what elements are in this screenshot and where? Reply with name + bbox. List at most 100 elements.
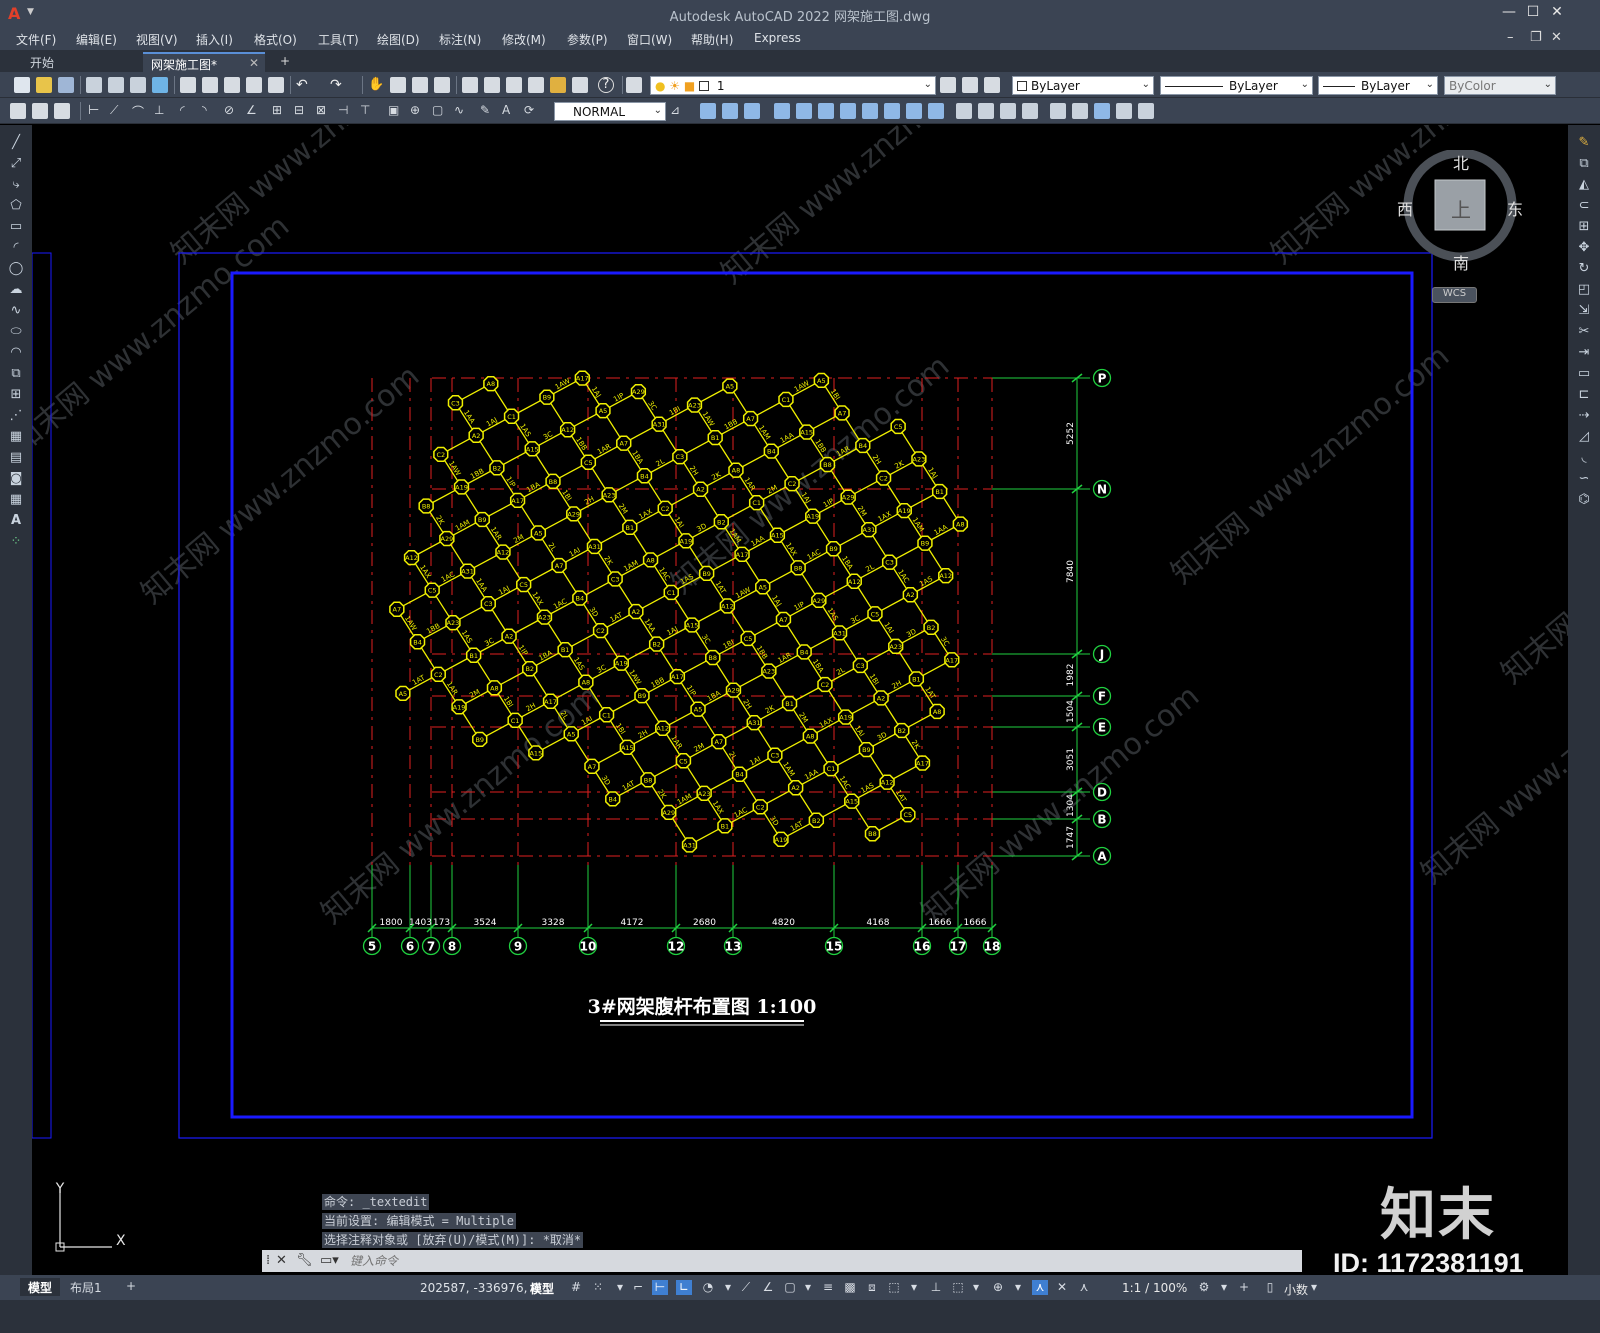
model-space-toggle[interactable]: 模型 (530, 1280, 554, 1297)
add-selected-icon[interactable]: ⁘ (8, 534, 24, 550)
block-editor-icon[interactable] (268, 77, 284, 93)
minimize-button[interactable]: — (1498, 4, 1520, 20)
plotstyle-dropdown[interactable]: ByColor ⌄ (1444, 76, 1556, 95)
open-file-icon[interactable] (36, 77, 52, 93)
extrude-icon[interactable] (774, 103, 790, 119)
dimension-update-icon[interactable]: ⟳ (524, 103, 540, 119)
compass-east[interactable]: 东 (1507, 196, 1523, 220)
dynamic-input-icon[interactable]: ⊢ (652, 1280, 668, 1295)
jogged-linear-icon[interactable]: ∿ (454, 103, 470, 119)
rectangle-icon[interactable]: ▭ (8, 219, 24, 235)
fillet-icon[interactable]: ◟ (1576, 450, 1592, 466)
ucs-view-icon[interactable] (1116, 103, 1132, 119)
help-icon[interactable]: ? (598, 77, 614, 93)
menu-file[interactable]: 文件(F) (16, 31, 56, 48)
model-tab[interactable]: 模型 (20, 1278, 61, 1296)
ordinate-icon[interactable]: ⊥ (154, 103, 170, 119)
new-file-icon[interactable] (14, 77, 30, 93)
dynamic-ucs-icon[interactable]: ⊥ (928, 1280, 944, 1295)
properties-icon[interactable] (462, 77, 478, 93)
linetype-dropdown[interactable]: ByLayer ⌄ (1160, 76, 1313, 95)
spline-icon[interactable]: ∿ (8, 303, 24, 319)
trim-icon[interactable]: ✂ (1576, 324, 1592, 340)
snap-dropdown-icon[interactable]: ▾ (612, 1280, 628, 1295)
compass-south[interactable]: 南 (1453, 250, 1469, 274)
ucs-icon[interactable] (1050, 103, 1066, 119)
polyline-icon[interactable]: ⤷ (8, 177, 24, 193)
selection-filter-icon[interactable]: ⬚ (950, 1280, 966, 1295)
isodraft-icon[interactable]: ⟋ (738, 1280, 754, 1295)
command-input[interactable] (350, 1252, 1290, 1270)
compass-west[interactable]: 西 (1397, 196, 1413, 220)
color-dropdown[interactable]: ByLayer ⌄ (1012, 76, 1154, 95)
copy-object-icon[interactable]: ⧉ (1576, 156, 1592, 172)
table-icon[interactable]: ▦ (8, 492, 24, 508)
multiline-text-icon[interactable]: A (8, 513, 24, 529)
copy-icon[interactable] (202, 77, 218, 93)
explode-icon[interactable]: ⌬ (1576, 492, 1592, 508)
diameter-icon[interactable]: ⊘ (224, 103, 240, 119)
viewcube[interactable]: 北 南 东 西 上 (1395, 148, 1525, 295)
solid-box-icon[interactable] (700, 103, 716, 119)
region-icon[interactable]: ◙ (8, 471, 24, 487)
visual-style-icon[interactable] (956, 103, 972, 119)
annotation-monitor-icon[interactable]: + (1236, 1280, 1252, 1295)
annotation-scale-value[interactable]: 1:1 / 100% (1122, 1281, 1187, 1295)
revision-cloud-icon[interactable]: ☁ (8, 282, 24, 298)
menu-draw[interactable]: 绘图(D) (377, 31, 420, 48)
units-dropdown-icon[interactable]: ▾ (1306, 1280, 1322, 1295)
subtract-icon[interactable] (884, 103, 900, 119)
dimension-style-icon[interactable]: ⊿ (670, 103, 686, 119)
center-mark-icon[interactable]: ⊕ (410, 103, 426, 119)
drawing-title[interactable]: 3#网架腹杆布置图 1:100 (588, 995, 817, 1018)
menu-view[interactable]: 视图(V) (136, 31, 178, 48)
line-icon[interactable]: ╱ (8, 135, 24, 151)
gradient-icon[interactable]: ▤ (8, 450, 24, 466)
zoom-previous-icon[interactable] (434, 77, 450, 93)
object-snap-icon[interactable]: ▢ (782, 1280, 798, 1295)
dimension-style-dropdown[interactable]: NORMAL ⌄ (554, 102, 666, 121)
3d-dwf-icon[interactable] (152, 77, 168, 93)
workspace-dropdown-icon[interactable]: ▾ (1216, 1280, 1232, 1295)
close-icon[interactable]: ✕ (276, 1253, 287, 1268)
units-icon[interactable]: ▯ (1262, 1280, 1278, 1295)
redo-icon[interactable]: ↷ (330, 77, 346, 93)
doc-minimize-icon[interactable]: – (1507, 30, 1514, 45)
new-tab-button[interactable]: + (272, 52, 298, 72)
match-properties-icon[interactable] (246, 77, 262, 93)
tool-palettes-icon[interactable] (506, 77, 522, 93)
3d-osnap-dropdown-icon[interactable]: ▾ (906, 1280, 922, 1295)
revolve-icon[interactable] (796, 103, 812, 119)
intersect-icon[interactable] (906, 103, 922, 119)
lights-icon[interactable] (1022, 103, 1038, 119)
break-icon[interactable]: ⊏ (1576, 387, 1592, 403)
dimension-text-edit-icon[interactable]: A (502, 103, 518, 119)
ellipse-arc-icon[interactable]: ◠ (8, 345, 24, 361)
menu-window[interactable]: 窗口(W) (627, 31, 672, 48)
layout1-tab[interactable]: 布局1 (62, 1278, 110, 1296)
annotation-visibility-icon[interactable]: ⋏ (1032, 1280, 1048, 1295)
break-icon[interactable]: ⊤ (360, 103, 376, 119)
undo-icon[interactable]: ↶ (296, 77, 312, 93)
maximize-button[interactable]: ☐ (1522, 4, 1544, 20)
osnap-dropdown-icon[interactable]: ▾ (800, 1280, 816, 1295)
design-center-icon[interactable] (484, 77, 500, 93)
sheet-set-icon[interactable] (528, 77, 544, 93)
close-button[interactable]: ✕ (1546, 4, 1568, 20)
object-snap-tracking-icon[interactable]: ∠ (760, 1280, 776, 1295)
layer-previous-icon[interactable] (962, 77, 978, 93)
continue-icon[interactable]: ⊠ (316, 103, 332, 119)
dimension-edit-icon[interactable]: ✎ (480, 103, 496, 119)
layer-dropdown[interactable]: ● ☀ ■ 1 ⌄ (650, 76, 936, 95)
join-icon[interactable]: ⇢ (1576, 408, 1592, 424)
angular-icon[interactable]: ∠ (246, 103, 262, 119)
gizmo-icon[interactable]: ⊕ (990, 1280, 1006, 1295)
publish-icon[interactable] (130, 77, 146, 93)
doc-close-icon[interactable]: ✕ (1551, 30, 1562, 45)
quickcalc-icon[interactable] (572, 77, 588, 93)
space-icon[interactable]: ⊣ (338, 103, 354, 119)
solid-cone-icon[interactable] (744, 103, 760, 119)
make-block-icon[interactable]: ⊞ (8, 387, 24, 403)
ellipse-icon[interactable]: ⬭ (8, 324, 24, 340)
plot-preview-icon[interactable] (108, 77, 124, 93)
